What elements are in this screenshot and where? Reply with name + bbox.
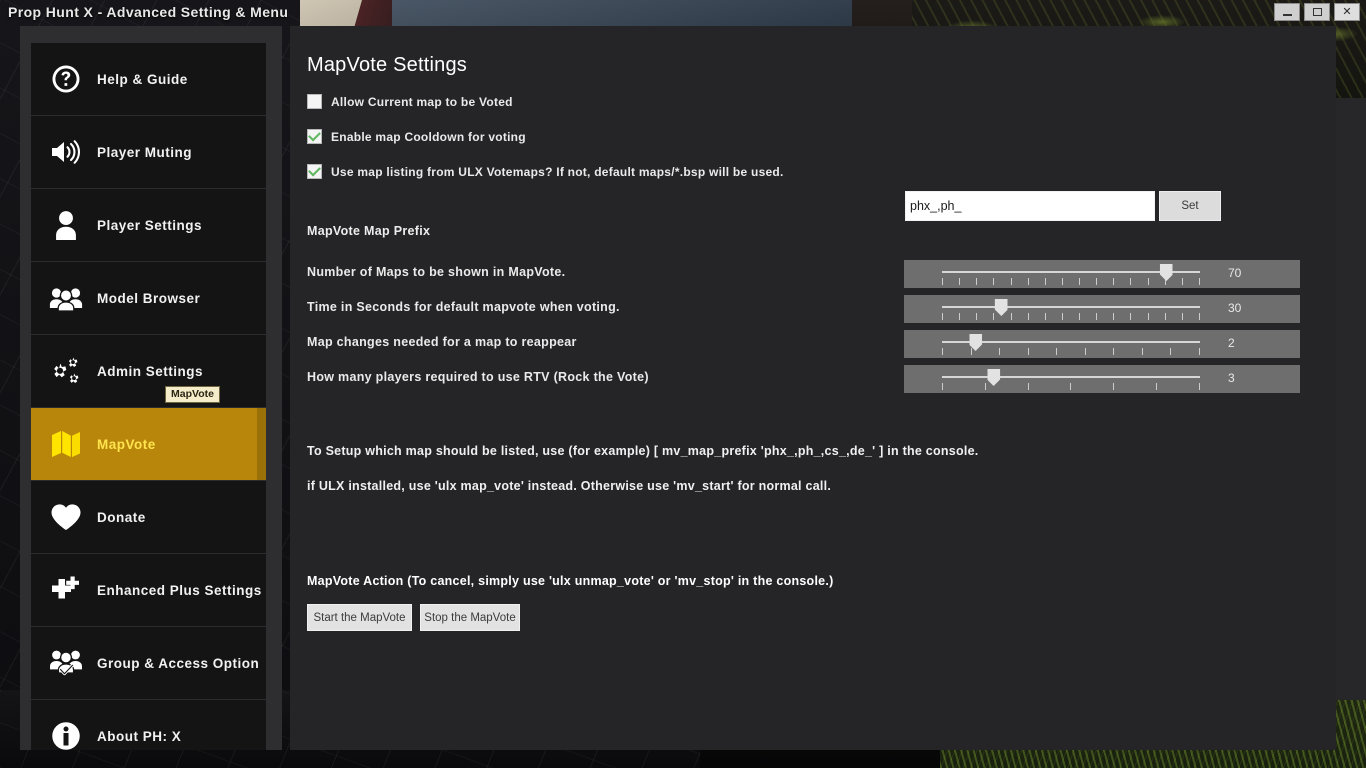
sidebar-list: Help & Guide Player Muting Player Settings…: [31, 43, 266, 750]
sidebar-item-player-settings[interactable]: Player Settings: [31, 189, 266, 262]
slider-control[interactable]: 3: [904, 365, 1300, 393]
sidebar-item-donate[interactable]: Donate: [31, 481, 266, 554]
sidebar-item-enhanced-plus-settings[interactable]: Enhanced Plus Settings: [31, 554, 266, 627]
slider-value: 70: [1214, 266, 1294, 280]
checkbox-row-2[interactable]: Use map listing from ULX Votemaps? If no…: [307, 164, 784, 179]
mapvote-tooltip: MapVote: [165, 386, 220, 403]
sidebar-item-admin-settings[interactable]: Admin Settings: [31, 335, 266, 408]
sidebar-item-label: About PH: X: [97, 729, 181, 744]
window-title: Prop Hunt X - Advanced Setting & Menu: [8, 4, 288, 20]
sidebar-item-label: Group & Access Option: [97, 656, 259, 671]
sidebar-panel: Help & Guide Player Muting Player Settings…: [20, 26, 282, 750]
slider-row-0: Number of Maps to be shown in MapVote. 70: [307, 260, 1317, 288]
sidebar-item-label: Help & Guide: [97, 72, 188, 87]
sidebar-item-help-guide[interactable]: Help & Guide: [31, 43, 266, 116]
checkbox-row-0[interactable]: Allow Current map to be Voted: [307, 94, 513, 109]
minimize-icon: [1283, 14, 1292, 16]
slider-label: Map changes needed for a map to reappear: [307, 335, 577, 349]
sidebar-item-label: Player Muting: [97, 145, 192, 160]
sidebar-item-label: Donate: [97, 510, 146, 525]
slider-track[interactable]: [942, 376, 1200, 378]
slider-control[interactable]: 70: [904, 260, 1300, 288]
slider-ticks: [942, 348, 1200, 355]
close-icon: ✕: [1342, 7, 1351, 18]
slider-label: Number of Maps to be shown in MapVote.: [307, 265, 565, 279]
slider-value: 2: [1214, 336, 1294, 350]
sidebar-item-label: MapVote: [97, 437, 156, 452]
group-check-icon: [43, 648, 89, 678]
checkbox-0-unchecked[interactable]: [307, 94, 322, 109]
close-button[interactable]: ✕: [1334, 3, 1360, 21]
maximize-button[interactable]: [1304, 3, 1330, 21]
checkbox-row-1[interactable]: Enable map Cooldown for voting: [307, 129, 526, 144]
checkbox-label: Use map listing from ULX Votemaps? If no…: [331, 165, 784, 179]
group-icon: [43, 285, 89, 311]
slider-label: How many players required to use RTV (Ro…: [307, 370, 649, 384]
stop-mapvote-button[interactable]: Stop the MapVote: [420, 604, 520, 631]
slider-row-3: How many players required to use RTV (Ro…: [307, 365, 1317, 393]
sidebar-item-label: Model Browser: [97, 291, 200, 306]
page-title: MapVote Settings: [307, 54, 467, 77]
gears-icon: [43, 356, 89, 386]
slider-row-1: Time in Seconds for default mapvote when…: [307, 295, 1317, 323]
sidebar-item-about-ph-x[interactable]: About PH: X: [31, 700, 266, 750]
heart-icon: [43, 503, 89, 531]
sidebar-item-group-access-option[interactable]: Group & Access Option: [31, 627, 266, 700]
map-prefix-label: MapVote Map Prefix: [307, 224, 430, 238]
slider-control[interactable]: 30: [904, 295, 1300, 323]
checkbox-1-checked[interactable]: [307, 129, 322, 144]
slider-track[interactable]: [942, 306, 1200, 308]
window-controls: ✕: [1274, 3, 1360, 21]
slider-label: Time in Seconds for default mapvote when…: [307, 300, 620, 314]
slider-ticks: [942, 313, 1200, 320]
mapvote-action-title: MapVote Action (To cancel, simply use 'u…: [307, 574, 834, 588]
minimize-button[interactable]: [1274, 3, 1300, 21]
set-prefix-button[interactable]: Set: [1159, 191, 1221, 221]
speaker-icon: [43, 138, 89, 166]
info-line-0: To Setup which map should be listed, use…: [307, 444, 979, 458]
slider-control[interactable]: 2: [904, 330, 1300, 358]
content-panel: MapVote Settings Allow Current map to be…: [290, 26, 1336, 750]
sidebar-item-label: Enhanced Plus Settings: [97, 583, 262, 598]
map-icon: [43, 429, 89, 459]
slider-value: 30: [1214, 301, 1294, 315]
slider-ticks: [942, 383, 1200, 390]
checkbox-label: Allow Current map to be Voted: [331, 95, 513, 109]
sidebar-item-label: Player Settings: [97, 218, 202, 233]
info-line-1: if ULX installed, use 'ulx map_vote' ins…: [307, 479, 831, 493]
sidebar-item-label: Admin Settings: [97, 364, 203, 379]
checkbox-2-checked[interactable]: [307, 164, 322, 179]
slider-row-2: Map changes needed for a map to reappear…: [307, 330, 1317, 358]
slider-value: 3: [1214, 371, 1294, 385]
start-mapvote-button[interactable]: Start the MapVote: [307, 604, 412, 631]
sidebar-item-player-muting[interactable]: Player Muting: [31, 116, 266, 189]
person-icon: [43, 210, 89, 240]
question-circle-icon: [43, 64, 89, 94]
map-prefix-input[interactable]: [905, 191, 1155, 221]
plus-blocks-icon: [43, 575, 89, 605]
checkbox-label: Enable map Cooldown for voting: [331, 130, 526, 144]
slider-ticks: [942, 278, 1200, 285]
maximize-icon: [1313, 8, 1322, 16]
sidebar-item-mapvote[interactable]: MapVote: [31, 408, 266, 481]
info-circle-icon: [43, 721, 89, 750]
sidebar-item-model-browser[interactable]: Model Browser: [31, 262, 266, 335]
